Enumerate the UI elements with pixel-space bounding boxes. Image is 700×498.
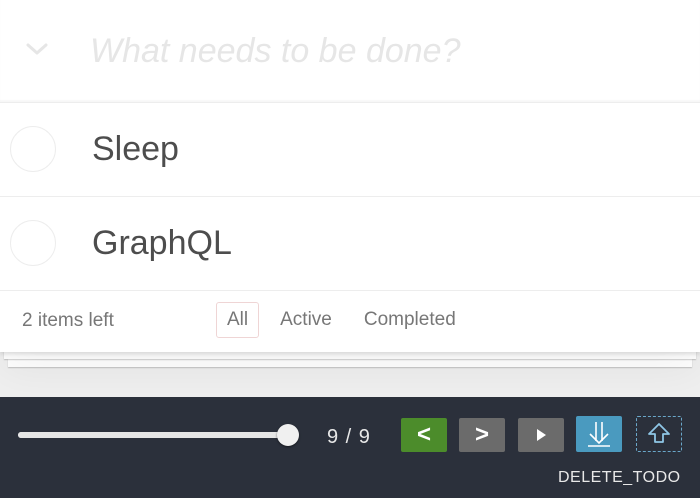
todo-card: Sleep GraphQL 2 items left All Active Co… bbox=[0, 0, 700, 352]
current-action-name: DELETE_TODO bbox=[558, 469, 681, 486]
todo-toggle-checkbox[interactable] bbox=[10, 126, 56, 172]
chevron-down-icon[interactable] bbox=[22, 34, 52, 64]
todo-label[interactable]: Sleep bbox=[92, 129, 179, 169]
todo-label[interactable]: GraphQL bbox=[92, 223, 232, 263]
previous-step-button[interactable]: < bbox=[401, 418, 447, 452]
filter-active[interactable]: Active bbox=[269, 302, 343, 338]
items-left-count: 2 items left bbox=[22, 310, 114, 331]
filter-all[interactable]: All bbox=[216, 302, 260, 338]
play-button[interactable] bbox=[518, 418, 564, 452]
step-counter: 9 / 9 bbox=[327, 426, 371, 448]
import-state-button[interactable] bbox=[576, 416, 622, 452]
history-slider-fill bbox=[18, 432, 288, 438]
card-stack-shadow-2 bbox=[8, 359, 692, 367]
upload-icon bbox=[648, 423, 670, 443]
new-todo-row bbox=[0, 0, 700, 103]
new-todo-input[interactable] bbox=[90, 26, 680, 76]
todo-app: Sleep GraphQL 2 items left All Active Co… bbox=[0, 0, 700, 397]
todo-footer: 2 items left All Active Completed bbox=[0, 291, 700, 352]
history-slider-track[interactable] bbox=[18, 432, 288, 438]
play-icon bbox=[537, 429, 546, 441]
next-step-button[interactable]: > bbox=[459, 418, 505, 452]
todo-item[interactable]: GraphQL bbox=[0, 197, 700, 291]
filter-completed[interactable]: Completed bbox=[353, 302, 467, 338]
export-state-button[interactable] bbox=[636, 416, 682, 452]
todo-item[interactable]: Sleep bbox=[0, 103, 700, 197]
history-slider-handle[interactable] bbox=[277, 424, 299, 446]
download-icon bbox=[588, 422, 610, 447]
filter-list: All Active Completed bbox=[216, 302, 467, 338]
todo-toggle-checkbox[interactable] bbox=[10, 220, 56, 266]
card-stack-shadow-1 bbox=[4, 351, 696, 359]
